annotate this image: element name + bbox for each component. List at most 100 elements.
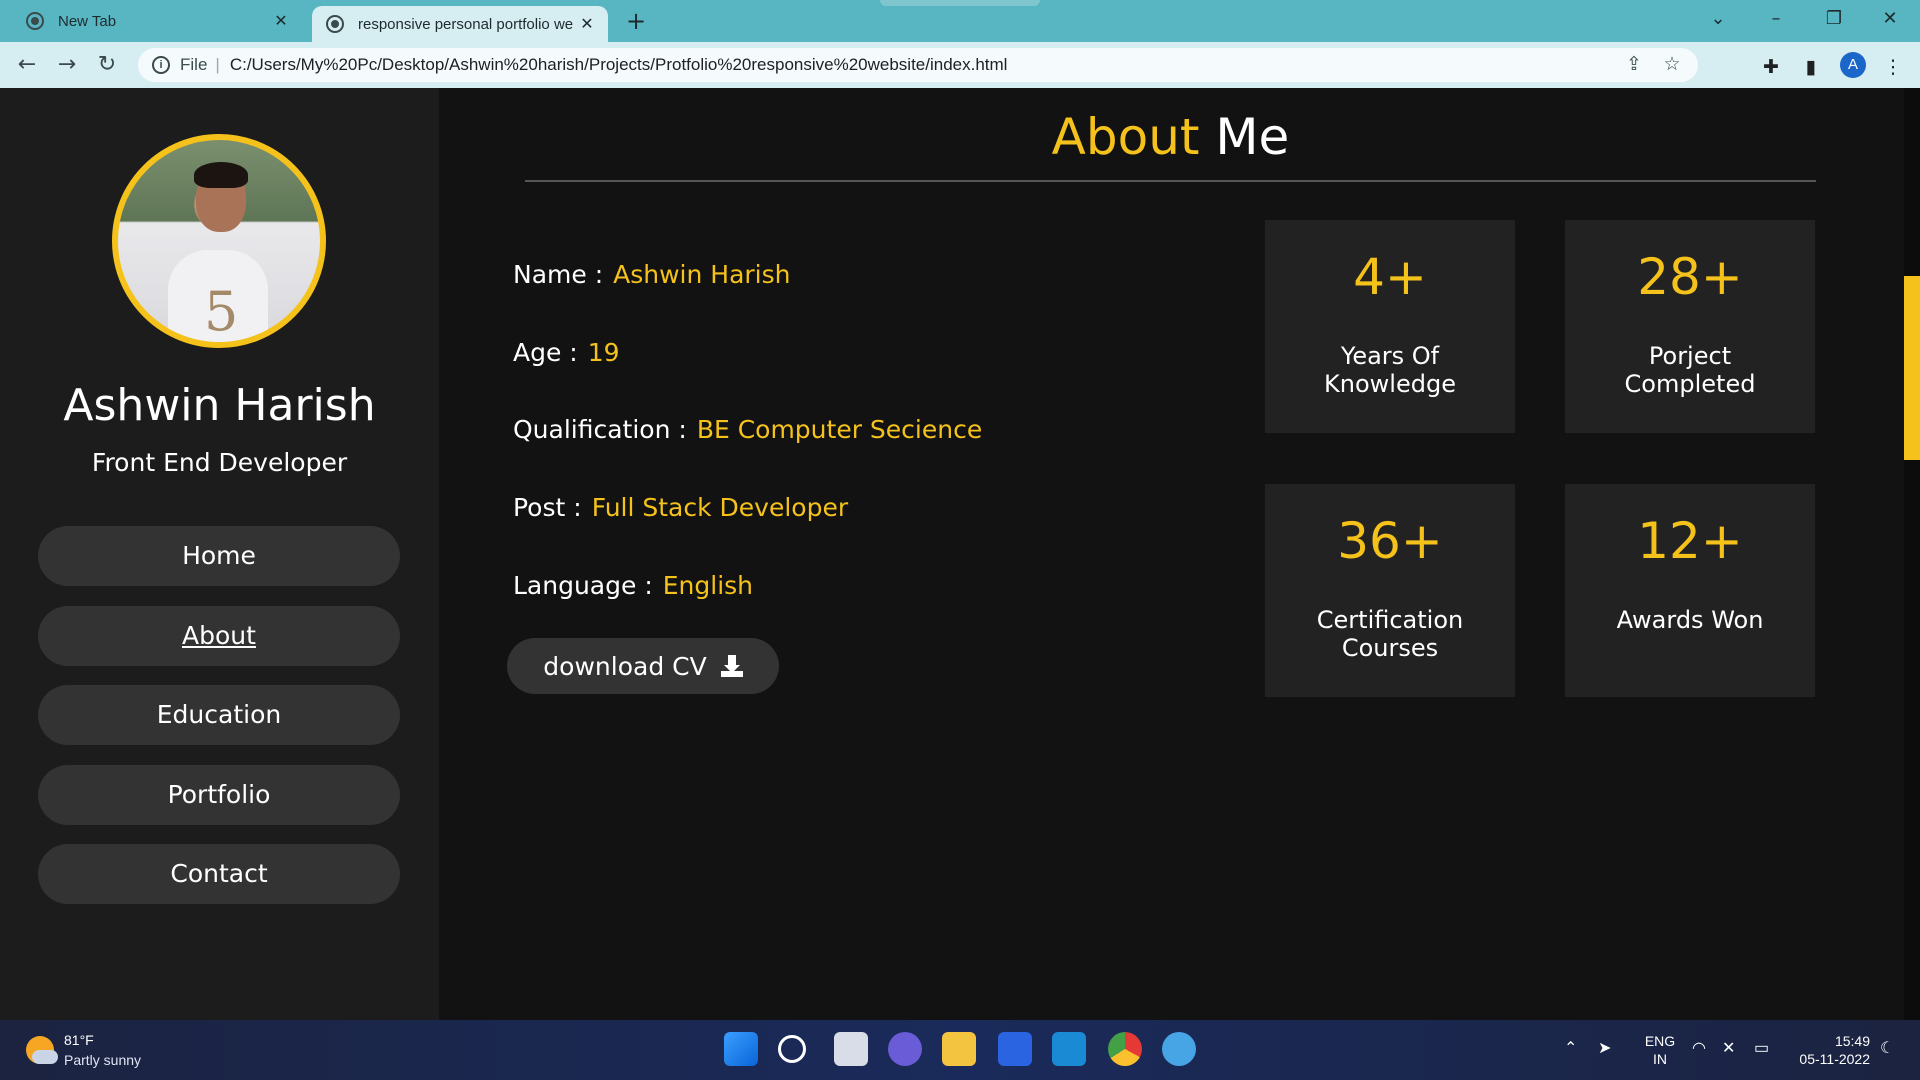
clock-date: 05-11-2022 <box>1799 1051 1870 1067</box>
info-language: Language : English <box>513 571 753 600</box>
download-icon <box>720 655 743 677</box>
stat-label-line: Completed <box>1624 370 1756 398</box>
weather-sun-cloud-icon[interactable] <box>26 1036 58 1064</box>
photo-hair <box>194 162 248 188</box>
info-name: Name : Ashwin Harish <box>513 260 791 289</box>
stat-card-certifications: 36+ Certification Courses <box>1265 484 1515 697</box>
vscode-icon[interactable] <box>1052 1032 1086 1066</box>
stat-label: Porject Completed <box>1585 342 1795 398</box>
section-heading: About Me <box>439 108 1902 166</box>
stat-label-line: Courses <box>1341 634 1439 662</box>
volume-muted-icon[interactable]: ✕ <box>1722 1038 1735 1058</box>
nav-home[interactable]: Home <box>38 526 400 586</box>
nav-portfolio[interactable]: Portfolio <box>38 765 400 825</box>
region-code: IN <box>1653 1051 1667 1067</box>
info-value: BE Computer Secience <box>696 415 983 444</box>
info-age: Age : 19 <box>513 338 620 367</box>
windows-start-icon[interactable] <box>724 1032 758 1066</box>
close-tab-icon[interactable]: ✕ <box>268 11 294 31</box>
chat-icon[interactable] <box>888 1032 922 1066</box>
info-post: Post : Full Stack Developer <box>513 493 848 522</box>
language-indicator[interactable]: ENG IN <box>1640 1032 1680 1068</box>
menu-icon[interactable]: ⋮ <box>1880 54 1906 80</box>
new-tab-button[interactable]: + <box>622 6 650 36</box>
info-label: Age : <box>513 338 578 367</box>
tab-title: New Tab <box>58 12 117 30</box>
tab-search-icon[interactable]: ⌄ <box>1690 0 1746 38</box>
stat-number: 36+ <box>1337 512 1443 570</box>
tab-title: responsive personal portfolio we <box>358 15 574 33</box>
extensions-icon[interactable]: ✚ <box>1758 54 1784 80</box>
info-label: Post : <box>513 493 582 522</box>
globe-icon <box>326 15 344 33</box>
stat-label-line: Certification <box>1316 606 1464 634</box>
side-panel-icon[interactable]: ▮ <box>1798 54 1824 80</box>
stat-card-awards: 12+ Awards Won <box>1565 484 1815 697</box>
browser-tab-bar: New Tab ✕ responsive personal portfolio … <box>0 0 1920 42</box>
address-url[interactable]: C:/Users/My%20Pc/Desktop/Ashwin%20harish… <box>230 55 1622 75</box>
address-scheme: File <box>180 55 208 74</box>
download-cv-button[interactable]: download CV <box>507 638 779 694</box>
show-hidden-icons-icon[interactable]: ⌃ <box>1564 1038 1577 1058</box>
bookmark-star-icon[interactable]: ☆ <box>1660 53 1684 77</box>
info-value: Full Stack Developer <box>591 493 849 522</box>
tab-strip-indicator <box>880 0 1040 6</box>
nav-contact[interactable]: Contact <box>38 844 400 904</box>
code-app-icon[interactable] <box>998 1032 1032 1066</box>
info-label: Name : <box>513 260 604 289</box>
windows-taskbar: 81°F Partly sunny ⌃ ➤ ENG IN ◠ ✕ ▭ 15:49… <box>0 1020 1920 1080</box>
stat-label: Certification Courses <box>1285 606 1495 662</box>
forward-icon[interactable]: → <box>52 50 82 80</box>
back-icon[interactable]: ← <box>12 50 42 80</box>
wifi-icon[interactable]: ◠ <box>1692 1038 1706 1058</box>
heading-divider <box>525 180 1816 182</box>
info-label: Qualification : <box>513 415 687 444</box>
info-label: Language : <box>513 571 653 600</box>
file-explorer-icon[interactable] <box>942 1032 976 1066</box>
stat-label-line: Porject <box>1648 342 1732 370</box>
location-icon[interactable]: ➤ <box>1598 1038 1611 1058</box>
task-view-icon[interactable] <box>834 1032 868 1066</box>
weather-description[interactable]: Partly sunny <box>64 1052 141 1068</box>
scrollbar-thumb[interactable] <box>1904 276 1920 460</box>
info-value: 19 <box>587 338 620 367</box>
notifications-icon[interactable]: ☾ <box>1880 1038 1894 1058</box>
tab-new-tab[interactable]: New Tab ✕ <box>12 0 302 42</box>
nav-education[interactable]: Education <box>38 685 400 745</box>
info-icon[interactable]: i <box>152 56 170 74</box>
info-value: English <box>662 571 754 600</box>
profile-avatar[interactable]: A <box>1840 52 1866 78</box>
address-bar[interactable]: i File | C:/Users/My%20Pc/Desktop/Ashwin… <box>138 48 1698 82</box>
stat-label-line: Knowledge <box>1324 370 1456 398</box>
clock[interactable]: 15:49 05-11-2022 <box>1790 1032 1870 1068</box>
stat-label: Years Of Knowledge <box>1285 342 1495 398</box>
close-tab-icon[interactable]: ✕ <box>574 14 600 34</box>
about-section: About Me Name : Ashwin Harish Age : 19 Qua… <box>439 88 1920 1020</box>
minimize-icon[interactable]: – <box>1748 0 1804 38</box>
battery-icon[interactable]: ▭ <box>1754 1038 1769 1058</box>
search-icon[interactable] <box>778 1035 806 1063</box>
profile-role: Front End Developer <box>91 448 348 477</box>
profile-photo: 5 <box>112 134 326 348</box>
tab-portfolio[interactable]: responsive personal portfolio we ✕ <box>312 6 608 42</box>
stat-card-projects: 28+ Porject Completed <box>1565 220 1815 433</box>
language-code: ENG <box>1644 1033 1676 1049</box>
heading-accent: About <box>1051 108 1200 166</box>
restore-icon[interactable]: ❐ <box>1806 0 1862 38</box>
nav-about[interactable]: About <box>38 606 400 666</box>
chrome-icon[interactable] <box>1108 1032 1142 1066</box>
photo-shirt-print: 5 <box>204 280 239 343</box>
paint-app-icon[interactable] <box>1162 1032 1196 1066</box>
info-value: Ashwin Harish <box>613 260 791 289</box>
page-scrollbar[interactable] <box>1904 88 1920 1020</box>
clock-time: 15:49 <box>1834 1033 1870 1049</box>
reload-icon[interactable]: ↻ <box>92 50 122 80</box>
weather-temperature[interactable]: 81°F <box>64 1032 94 1048</box>
stat-card-years: 4+ Years Of Knowledge <box>1265 220 1515 433</box>
share-icon[interactable]: ⇪ <box>1622 53 1646 77</box>
nav-label: Education <box>156 700 282 729</box>
address-separator: | <box>215 55 220 74</box>
close-window-icon[interactable]: ✕ <box>1862 0 1918 38</box>
nav-label: About <box>182 621 256 650</box>
heading-rest: Me <box>1215 108 1290 166</box>
